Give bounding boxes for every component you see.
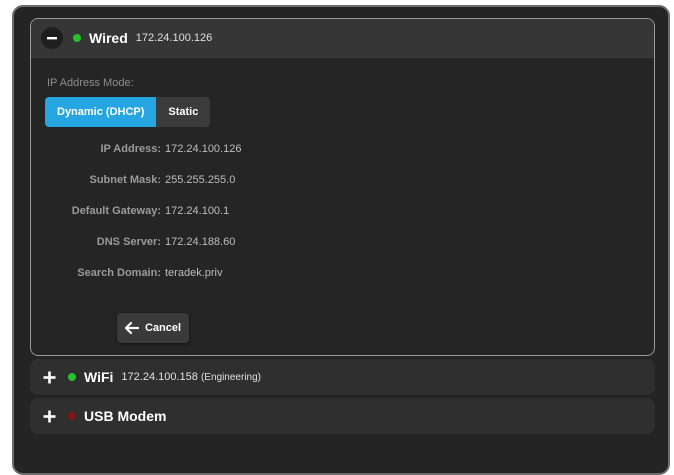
- wifi-section: WiFi 172.24.100.158 (Engineering): [30, 359, 655, 395]
- wifi-status-dot: [68, 373, 76, 381]
- wifi-network-name: (Engineering): [200, 372, 261, 383]
- usb-modem-header[interactable]: USB Modem: [30, 398, 655, 434]
- dynamic-dhcp-button[interactable]: Dynamic (DHCP): [45, 97, 157, 127]
- usb-modem-section: USB Modem: [30, 398, 655, 434]
- wifi-title: WiFi: [84, 369, 114, 385]
- subnet-mask-label: Subnet Mask:: [89, 174, 161, 186]
- default-gateway-label: Default Gateway:: [71, 205, 161, 217]
- search-domain-row: Search Domain: teradek.priv: [31, 267, 431, 279]
- arrow-left-icon: [124, 322, 139, 334]
- search-domain-value: teradek.priv: [165, 267, 223, 279]
- cancel-button[interactable]: Cancel: [117, 313, 189, 343]
- wired-ip: 172.24.100.126: [135, 32, 213, 44]
- minus-icon[interactable]: [41, 27, 63, 49]
- default-gateway-value: 172.24.100.1: [165, 205, 230, 217]
- subnet-mask-row: Subnet Mask: 255.255.255.0: [31, 174, 431, 186]
- ip-address-row: IP Address: 172.24.100.126: [31, 143, 431, 155]
- wired-header[interactable]: Wired 172.24.100.126: [31, 19, 654, 58]
- wifi-header[interactable]: WiFi 172.24.100.158 (Engineering): [30, 359, 655, 395]
- wifi-ip: 172.24.100.158 (Engineering): [121, 371, 261, 383]
- ip-address-value: 172.24.100.126: [165, 143, 242, 155]
- dns-server-value: 172.24.188.60: [165, 236, 236, 248]
- ip-mode-toggle: Dynamic (DHCP) Static: [45, 97, 211, 127]
- wifi-ip-value: 172.24.100.158: [121, 371, 198, 383]
- subnet-mask-value: 255.255.255.0: [165, 174, 236, 186]
- default-gateway-row: Default Gateway: 172.24.100.1: [31, 205, 431, 217]
- search-domain-label: Search Domain:: [77, 267, 161, 279]
- cancel-label: Cancel: [144, 322, 182, 334]
- static-button[interactable]: Static: [156, 97, 211, 127]
- wired-section: Wired 172.24.100.126 IP Address Mode: Dy…: [30, 18, 655, 356]
- plus-icon[interactable]: [40, 407, 58, 425]
- dns-server-row: DNS Server: 172.24.188.60: [31, 236, 431, 248]
- ip-mode-label: IP Address Mode:: [47, 77, 134, 89]
- usb-modem-title: USB Modem: [84, 408, 167, 424]
- plus-icon[interactable]: [40, 368, 58, 386]
- wired-status-dot: [73, 34, 81, 42]
- wired-title: Wired: [89, 30, 128, 46]
- ip-address-label: IP Address:: [100, 143, 161, 155]
- dns-server-label: DNS Server:: [96, 236, 161, 248]
- usb-modem-status-dot: [68, 412, 76, 420]
